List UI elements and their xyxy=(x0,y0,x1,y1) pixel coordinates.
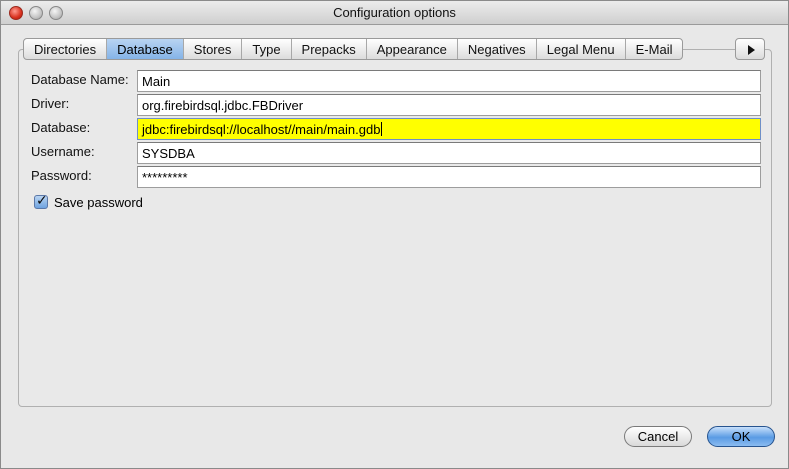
database-url-input[interactable]: jdbc:firebirdsql://localhost//main/main.… xyxy=(137,118,761,140)
checkmark-icon: ✓ xyxy=(36,192,48,208)
tab-scroll-right-button[interactable] xyxy=(735,38,765,60)
triangle-right-icon xyxy=(748,45,755,55)
database-url-value: jdbc:firebirdsql://localhost//main/main.… xyxy=(142,122,381,137)
password-label: Password: xyxy=(31,168,92,183)
database-name-label: Database Name: xyxy=(31,72,129,87)
password-input[interactable]: ********* xyxy=(137,166,761,188)
driver-input[interactable]: org.firebirdsql.jdbc.FBDriver xyxy=(137,94,761,116)
save-password-checkbox[interactable]: ✓ xyxy=(34,192,48,209)
database-label: Database: xyxy=(31,120,91,135)
tab-negatives[interactable]: Negatives xyxy=(458,39,537,59)
tab-legal-menu[interactable]: Legal Menu xyxy=(537,39,626,59)
configuration-window: Configuration options Directories Databa… xyxy=(0,0,789,469)
tab-stores[interactable]: Stores xyxy=(184,39,243,59)
save-password-label[interactable]: Save password xyxy=(54,195,143,210)
tab-directories[interactable]: Directories xyxy=(24,39,108,59)
tab-bar: Directories Database Stores Type Prepack… xyxy=(23,38,684,60)
database-name-input[interactable]: Main xyxy=(137,70,761,92)
tab-email[interactable]: E-Mail xyxy=(626,39,683,59)
username-input[interactable]: SYSDBA xyxy=(137,142,761,164)
tab-type[interactable]: Type xyxy=(242,39,292,59)
username-label: Username: xyxy=(31,144,95,159)
title-bar[interactable]: Configuration options xyxy=(1,1,788,25)
tab-appearance[interactable]: Appearance xyxy=(367,39,458,59)
cancel-button[interactable]: Cancel xyxy=(624,426,692,447)
driver-label: Driver: xyxy=(31,96,70,111)
window-title: Configuration options xyxy=(333,5,456,20)
tab-database[interactable]: Database xyxy=(107,39,184,59)
tab-prepacks[interactable]: Prepacks xyxy=(292,39,367,59)
text-cursor xyxy=(381,122,383,136)
ok-button[interactable]: OK xyxy=(707,426,775,447)
